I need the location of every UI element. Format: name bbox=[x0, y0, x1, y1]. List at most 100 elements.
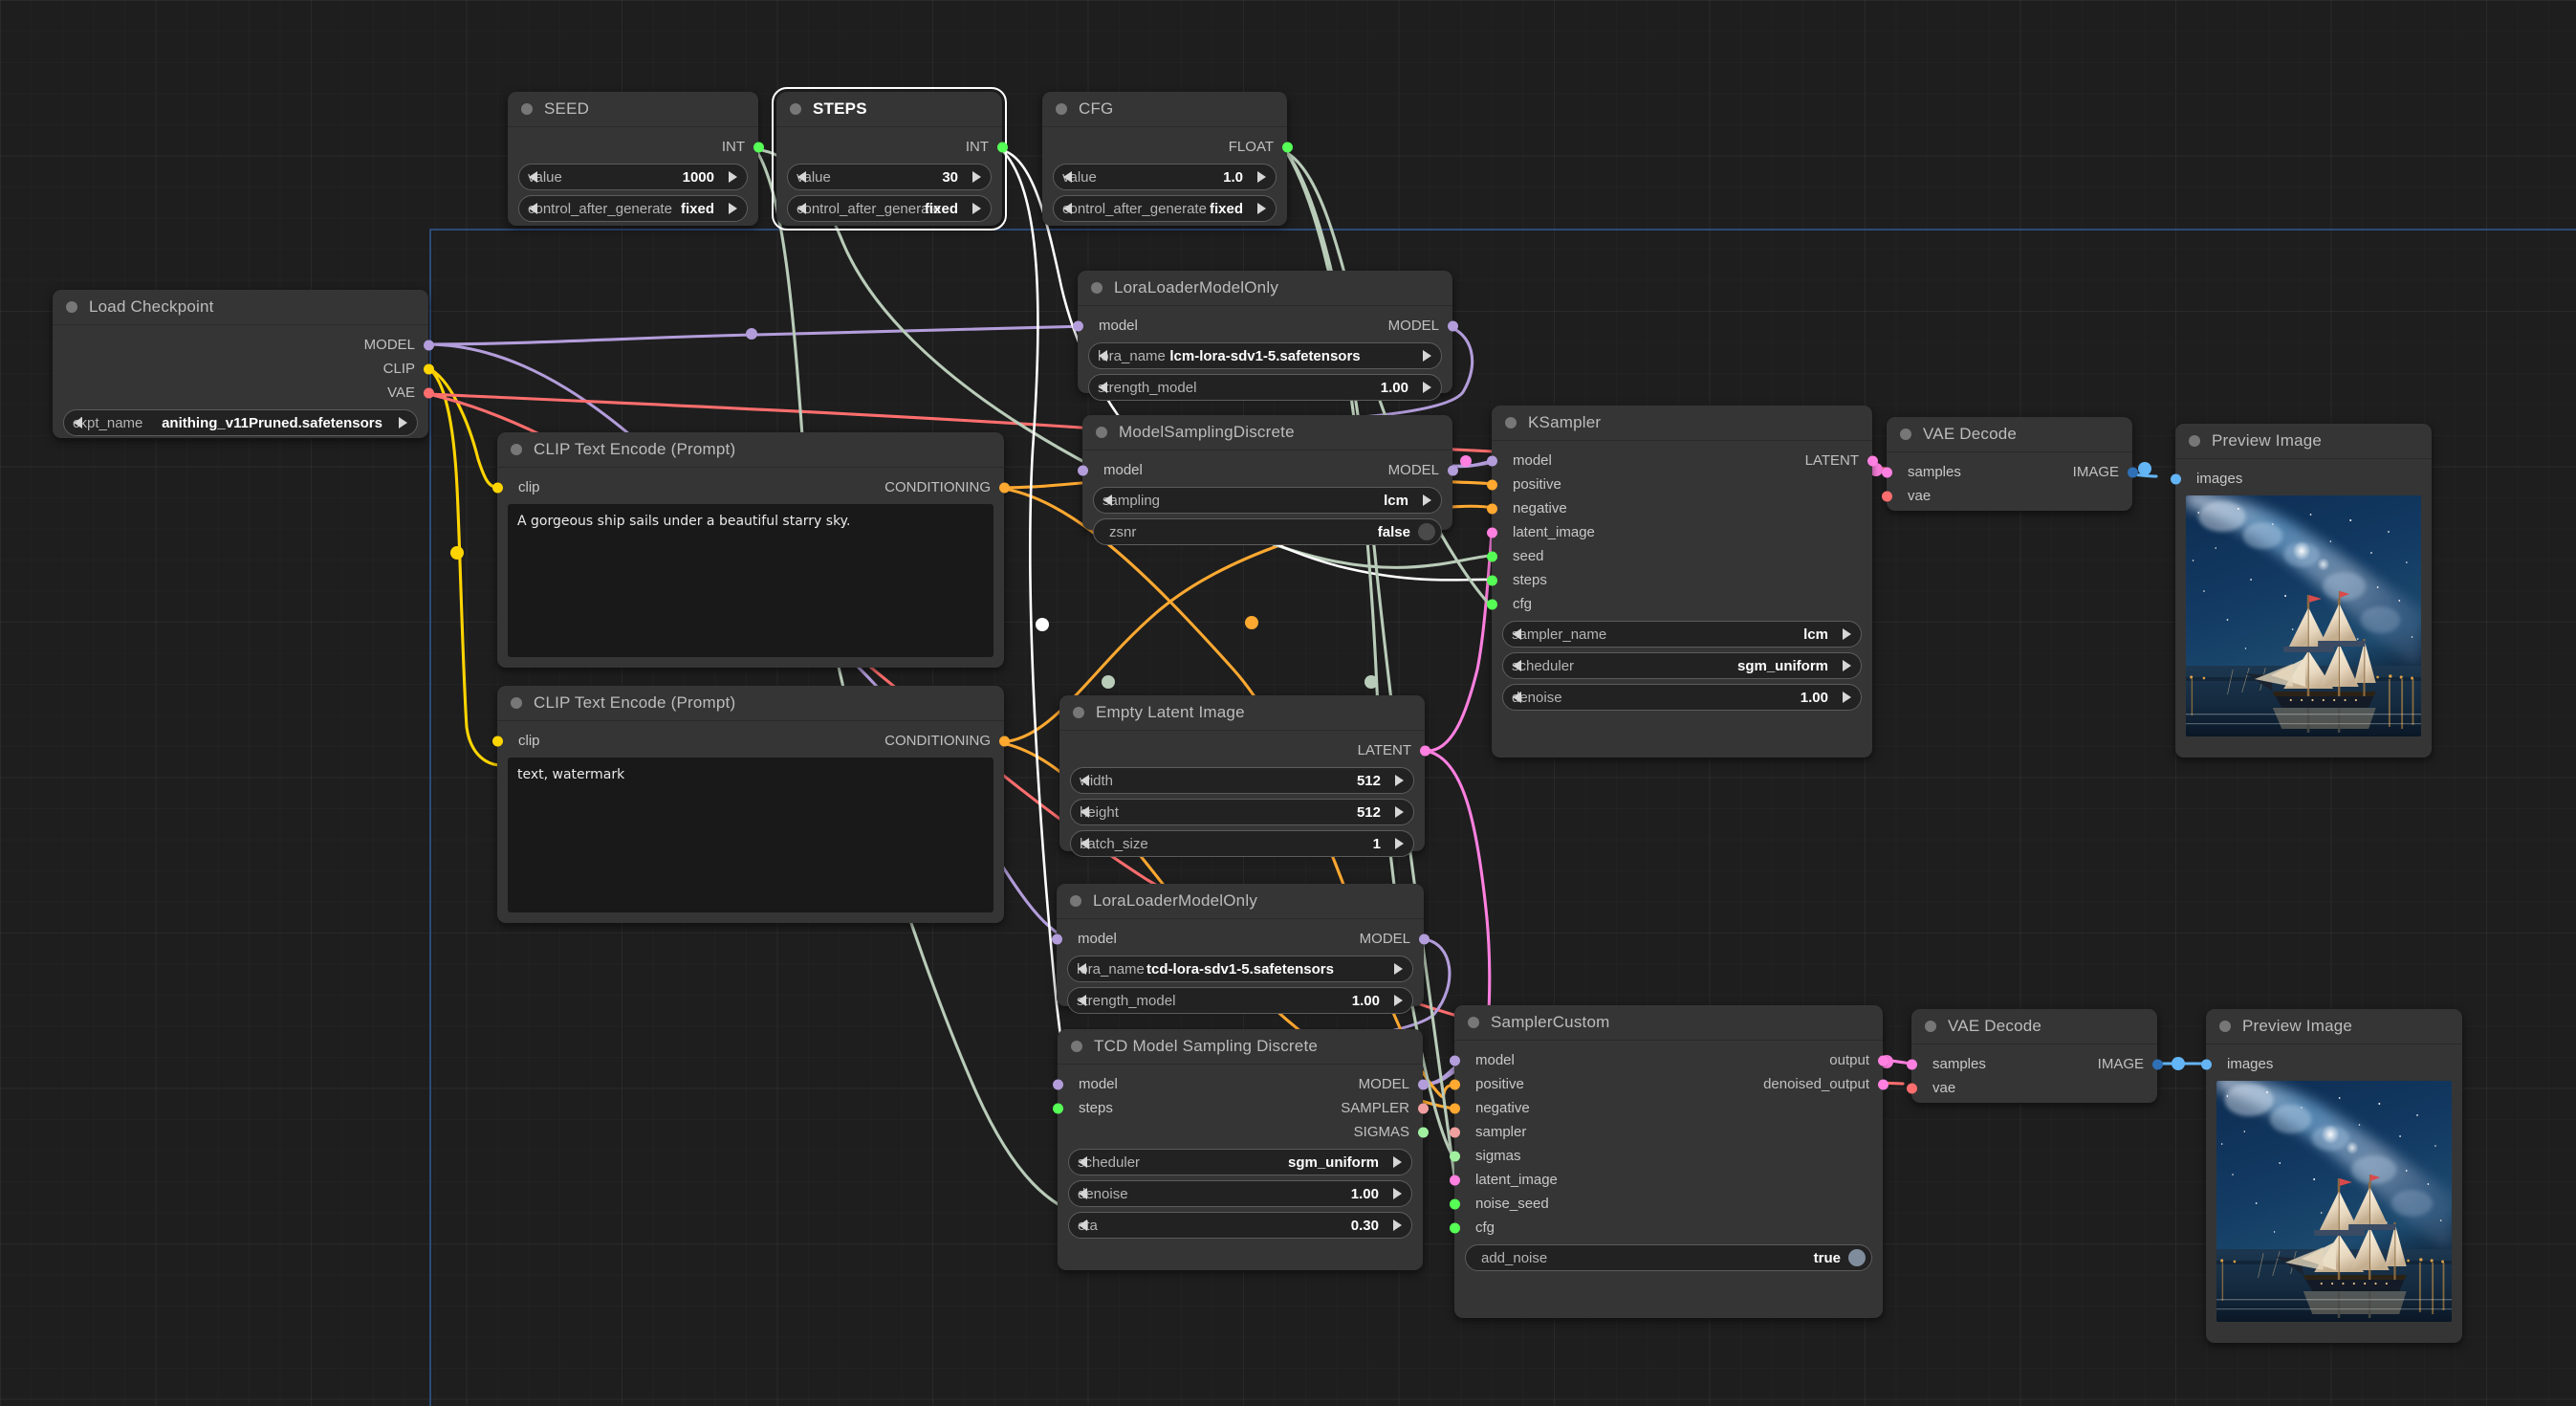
widget-lora-name[interactable]: lora_name tcd-lora-sdv1-5.safetensors bbox=[1067, 956, 1413, 982]
node-clip-text-encode-negative[interactable]: CLIP Text Encode (Prompt) clip CONDITION… bbox=[491, 686, 1010, 923]
node-title-bar[interactable]: CLIP Text Encode (Prompt) bbox=[497, 686, 1004, 721]
decrement-arrow-icon[interactable] bbox=[1513, 660, 1521, 671]
port-dot-latent[interactable] bbox=[1881, 467, 1892, 477]
port-dot-latent[interactable] bbox=[1877, 1055, 1888, 1065]
widget-value[interactable]: value 1.0 bbox=[1053, 164, 1277, 190]
node-preview-image-top[interactable]: Preview Image images bbox=[2170, 424, 2432, 758]
node-title-bar[interactable]: KSampler bbox=[1492, 406, 1872, 441]
collapse-dot-icon[interactable] bbox=[511, 697, 522, 709]
input-port-model[interactable]: model MODEL bbox=[1051, 927, 1430, 951]
port-dot-image[interactable] bbox=[2151, 1059, 2163, 1069]
input-port-latent-image[interactable]: latent_image bbox=[1449, 1168, 1883, 1192]
increment-arrow-icon[interactable] bbox=[1393, 1188, 1402, 1199]
increment-arrow-icon[interactable] bbox=[1394, 995, 1403, 1006]
collapse-dot-icon[interactable] bbox=[1070, 895, 1081, 907]
port-dot-image[interactable] bbox=[2200, 1059, 2212, 1069]
node-title-bar[interactable]: Preview Image bbox=[2175, 424, 2432, 459]
widget-value[interactable]: value 30 bbox=[787, 164, 992, 190]
node-title-bar[interactable]: Empty Latent Image bbox=[1059, 695, 1425, 731]
collapse-dot-icon[interactable] bbox=[1505, 417, 1517, 428]
increment-arrow-icon[interactable] bbox=[972, 203, 981, 214]
port-dot-model[interactable] bbox=[1051, 934, 1062, 944]
input-port-model[interactable]: model MODEL bbox=[1072, 314, 1458, 338]
input-port-vae[interactable]: vae bbox=[1906, 1076, 2157, 1100]
input-port-sigmas[interactable]: sigmas bbox=[1449, 1144, 1883, 1168]
output-port-clip[interactable]: CLIP bbox=[53, 357, 434, 381]
widget-denoise[interactable]: denoise 1.00 bbox=[1502, 684, 1862, 711]
node-clip-text-encode-positive[interactable]: CLIP Text Encode (Prompt) clip CONDITION… bbox=[491, 432, 1010, 668]
input-port-model[interactable]: model LATENT bbox=[1486, 449, 1878, 472]
workflow-canvas[interactable]: SEED INT value 1000 control_after_genera… bbox=[0, 0, 2576, 1406]
port-dot-clip[interactable] bbox=[491, 482, 503, 493]
port-dot-model-out[interactable] bbox=[1418, 934, 1430, 944]
port-dot-latent[interactable] bbox=[1906, 1059, 1917, 1069]
widget-strength-model[interactable]: strength_model 1.00 bbox=[1088, 374, 1442, 401]
increment-arrow-icon[interactable] bbox=[972, 171, 981, 183]
node-load-checkpoint[interactable]: Load Checkpoint MODEL CLIP VAE ckpt_name… bbox=[53, 290, 434, 438]
widget-control-after-generate[interactable]: control_after_generate fixed bbox=[1053, 195, 1277, 222]
output-port-model[interactable]: MODEL bbox=[53, 333, 434, 357]
output-port-sigmas[interactable]: SIGMAS bbox=[1058, 1120, 1429, 1144]
port-dot-clip[interactable] bbox=[491, 736, 503, 746]
decrement-arrow-icon[interactable] bbox=[797, 171, 806, 183]
input-port-clip[interactable]: clip CONDITIONING bbox=[491, 475, 1010, 499]
input-port-images[interactable]: images bbox=[2200, 1052, 2462, 1076]
widget-sampler-name[interactable]: sampler_name lcm bbox=[1502, 621, 1862, 648]
input-port-noise-seed[interactable]: noise_seed bbox=[1449, 1192, 1883, 1216]
decrement-arrow-icon[interactable] bbox=[1079, 1156, 1087, 1168]
decrement-arrow-icon[interactable] bbox=[797, 203, 806, 214]
node-title-bar[interactable]: STEPS bbox=[776, 92, 1002, 127]
output-port-latent[interactable]: LATENT bbox=[1059, 738, 1430, 762]
widget-width[interactable]: width 512 bbox=[1070, 767, 1414, 794]
prompt-textarea[interactable]: text, watermark bbox=[508, 758, 993, 912]
increment-arrow-icon[interactable] bbox=[1257, 203, 1266, 214]
increment-arrow-icon[interactable] bbox=[1393, 1219, 1402, 1231]
increment-arrow-icon[interactable] bbox=[1257, 171, 1266, 183]
decrement-arrow-icon[interactable] bbox=[1078, 995, 1086, 1006]
increment-arrow-icon[interactable] bbox=[729, 203, 737, 214]
input-port-images[interactable]: images bbox=[2170, 467, 2432, 491]
node-lora-loader-lcm[interactable]: LoraLoaderModelOnly model MODEL lora_nam… bbox=[1072, 271, 1458, 401]
widget-add-noise[interactable]: add_noise true bbox=[1465, 1244, 1872, 1271]
port-dot-int[interactable] bbox=[1449, 1198, 1460, 1209]
port-dot-latent[interactable] bbox=[1486, 527, 1497, 538]
port-dot-conditioning[interactable] bbox=[998, 482, 1010, 493]
decrement-arrow-icon[interactable] bbox=[1063, 203, 1072, 214]
increment-arrow-icon[interactable] bbox=[1423, 350, 1431, 362]
collapse-dot-icon[interactable] bbox=[2219, 1021, 2231, 1032]
input-port-steps[interactable]: steps SAMPLER bbox=[1052, 1096, 1429, 1120]
port-dot-latent-denoised[interactable] bbox=[1877, 1079, 1888, 1089]
preview-image-thumbnail[interactable] bbox=[2186, 495, 2421, 736]
increment-arrow-icon[interactable] bbox=[1423, 382, 1431, 393]
port-dot-sampler[interactable] bbox=[1449, 1127, 1460, 1137]
port-dot-model[interactable] bbox=[423, 340, 434, 350]
widget-value[interactable]: value 1000 bbox=[518, 164, 748, 190]
port-dot-conditioning[interactable] bbox=[1449, 1079, 1460, 1089]
node-title-bar[interactable]: Load Checkpoint bbox=[53, 290, 428, 325]
widget-scheduler[interactable]: scheduler sgm_uniform bbox=[1502, 652, 1862, 679]
port-dot-sigmas[interactable] bbox=[1417, 1127, 1429, 1137]
port-dot-model[interactable] bbox=[1052, 1079, 1063, 1089]
input-port-positive[interactable]: positive denoised_output bbox=[1449, 1072, 1888, 1096]
widget-strength-model[interactable]: strength_model 1.00 bbox=[1067, 987, 1413, 1014]
port-dot-model-out[interactable] bbox=[1447, 320, 1458, 331]
node-lora-loader-tcd[interactable]: LoraLoaderModelOnly model MODEL lora_nam… bbox=[1051, 884, 1430, 1014]
node-seed[interactable]: SEED INT value 1000 control_after_genera… bbox=[508, 92, 764, 226]
node-title-bar[interactable]: SEED bbox=[508, 92, 758, 127]
decrement-arrow-icon[interactable] bbox=[1099, 382, 1107, 393]
collapse-dot-icon[interactable] bbox=[2189, 435, 2200, 447]
decrement-arrow-icon[interactable] bbox=[1081, 806, 1089, 818]
decrement-arrow-icon[interactable] bbox=[74, 417, 82, 428]
port-dot-int[interactable] bbox=[996, 142, 1008, 152]
port-dot-int[interactable] bbox=[1486, 575, 1497, 585]
port-dot-sampler[interactable] bbox=[1417, 1103, 1429, 1113]
decrement-arrow-icon[interactable] bbox=[529, 171, 537, 183]
input-port-clip[interactable]: clip CONDITIONING bbox=[491, 729, 1010, 753]
increment-arrow-icon[interactable] bbox=[1395, 838, 1404, 849]
decrement-arrow-icon[interactable] bbox=[1513, 628, 1521, 640]
toggle-knob-icon[interactable] bbox=[1848, 1249, 1866, 1266]
node-cfg[interactable]: CFG FLOAT value 1.0 control_after_genera… bbox=[1042, 92, 1293, 226]
input-port-steps[interactable]: steps bbox=[1486, 568, 1872, 592]
output-port-float[interactable]: FLOAT bbox=[1042, 135, 1293, 159]
node-steps[interactable]: STEPS INT value 30 control_after_generat… bbox=[772, 87, 1008, 231]
